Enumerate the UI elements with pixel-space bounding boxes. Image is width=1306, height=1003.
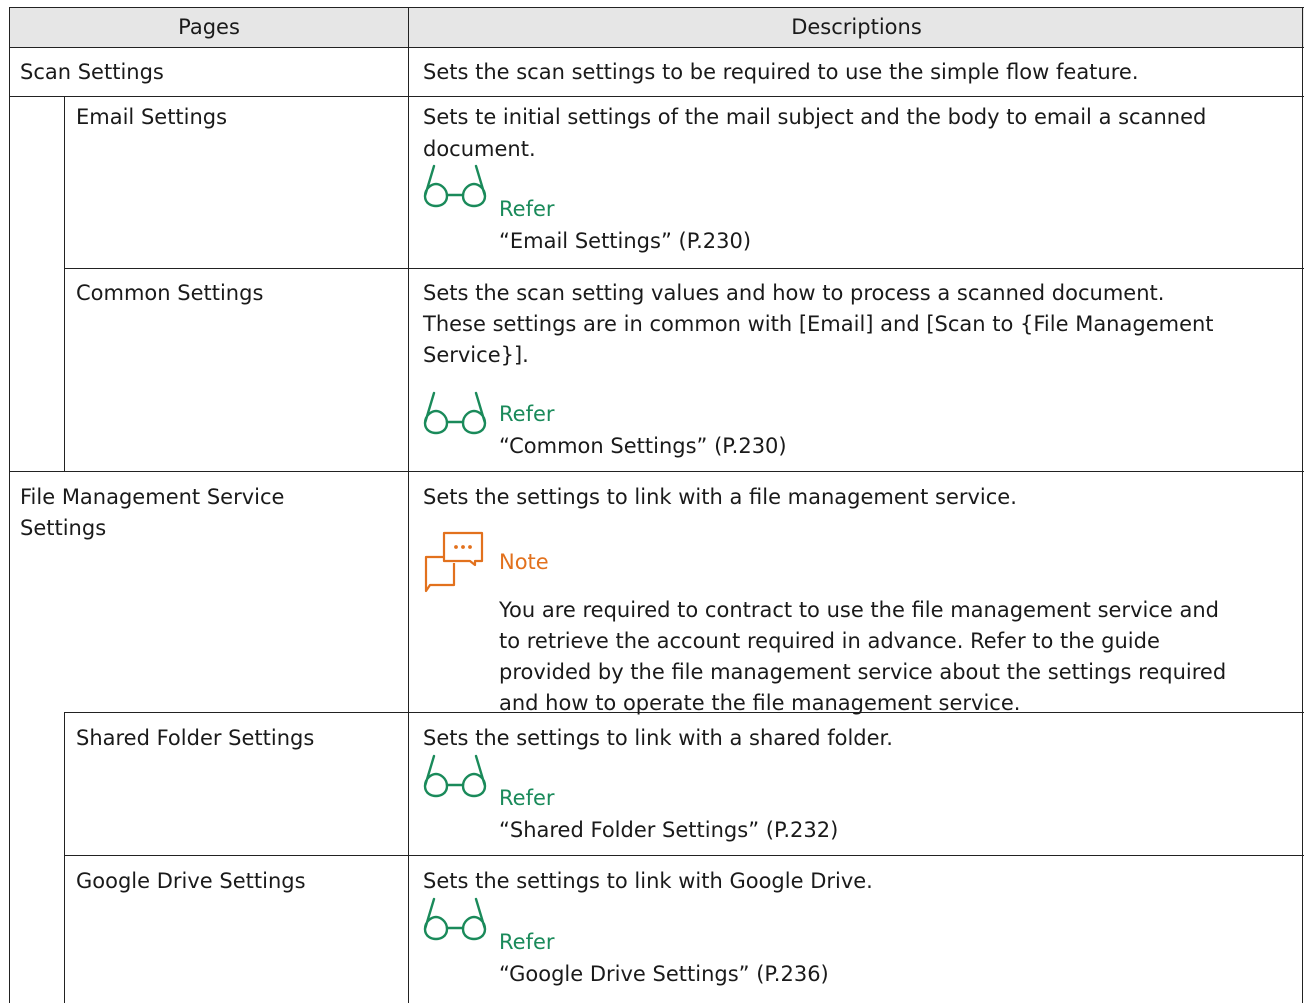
description-file-management: Sets the settings to link with a file ma… xyxy=(423,485,1017,509)
description-shared-folder: Sets the settings to link with a shared … xyxy=(423,726,893,750)
glasses-icon xyxy=(423,391,487,435)
description-common-settings-line-1: Sets the scan setting values and how to … xyxy=(423,281,1165,305)
description-scan-settings: Sets the scan settings to be required to… xyxy=(423,60,1139,84)
page-shared-folder-settings: Shared Folder Settings xyxy=(76,726,315,750)
refer-link-common-settings[interactable]: “Common Settings” (P.230) xyxy=(499,431,787,462)
border-left xyxy=(9,7,10,1003)
border-row-2 xyxy=(64,268,1304,269)
note-label: Note xyxy=(499,550,549,574)
note-line-2: to retrieve the account required in adva… xyxy=(499,629,1160,653)
description-common-settings-line-2: These settings are in common with [Email… xyxy=(423,312,1214,336)
header-descriptions: Descriptions xyxy=(791,15,922,39)
border-column-divider xyxy=(408,7,409,1003)
note-line-4: and how to operate the file management s… xyxy=(499,691,1021,715)
refer-label-common: Refer xyxy=(499,402,555,426)
description-google-drive: Sets the settings to link with Google Dr… xyxy=(423,869,873,893)
description-common-settings-line-3: Service}]. xyxy=(423,343,529,367)
header-pages: Pages xyxy=(178,15,240,39)
refer-link-google-drive-settings[interactable]: “Google Drive Settings” (P.236) xyxy=(499,959,829,990)
page-email-settings: Email Settings xyxy=(76,105,228,129)
description-email-settings-line-2: document. xyxy=(423,137,536,161)
border-top xyxy=(9,7,1304,8)
refer-label-google-drive: Refer xyxy=(499,930,555,954)
note-line-1: You are required to contract to use the … xyxy=(499,598,1219,622)
description-email-settings-line-1: Sets te initial settings of the mail sub… xyxy=(423,105,1207,129)
note-line-3: provided by the file management service … xyxy=(499,660,1227,684)
indent-line-scan xyxy=(64,96,65,471)
border-row-5 xyxy=(64,855,1304,856)
refer-label-shared-folder: Refer xyxy=(499,786,555,810)
settings-pages-table: Pages Descriptions Scan Settings Sets th… xyxy=(9,7,1304,1003)
refer-link-shared-folder-settings[interactable]: “Shared Folder Settings” (P.232) xyxy=(499,815,838,846)
border-right xyxy=(1302,7,1303,1003)
border-row-3 xyxy=(9,471,1304,472)
refer-link-email-settings[interactable]: “Email Settings” (P.230) xyxy=(499,226,751,257)
glasses-icon xyxy=(423,897,487,941)
page-file-management-line-2: Settings xyxy=(20,516,107,540)
page-file-management-line-1: File Management Service xyxy=(20,485,285,509)
page-google-drive-settings: Google Drive Settings xyxy=(76,869,306,893)
refer-label-email: Refer xyxy=(499,197,555,221)
page-common-settings: Common Settings xyxy=(76,281,264,305)
indent-line-file-management xyxy=(64,712,65,1003)
page-scan-settings: Scan Settings xyxy=(20,60,164,84)
glasses-icon xyxy=(423,754,487,798)
border-row-1 xyxy=(9,96,1304,97)
border-header-bottom xyxy=(9,47,1304,48)
chat-bubbles-icon xyxy=(424,531,484,593)
glasses-icon xyxy=(423,164,487,208)
